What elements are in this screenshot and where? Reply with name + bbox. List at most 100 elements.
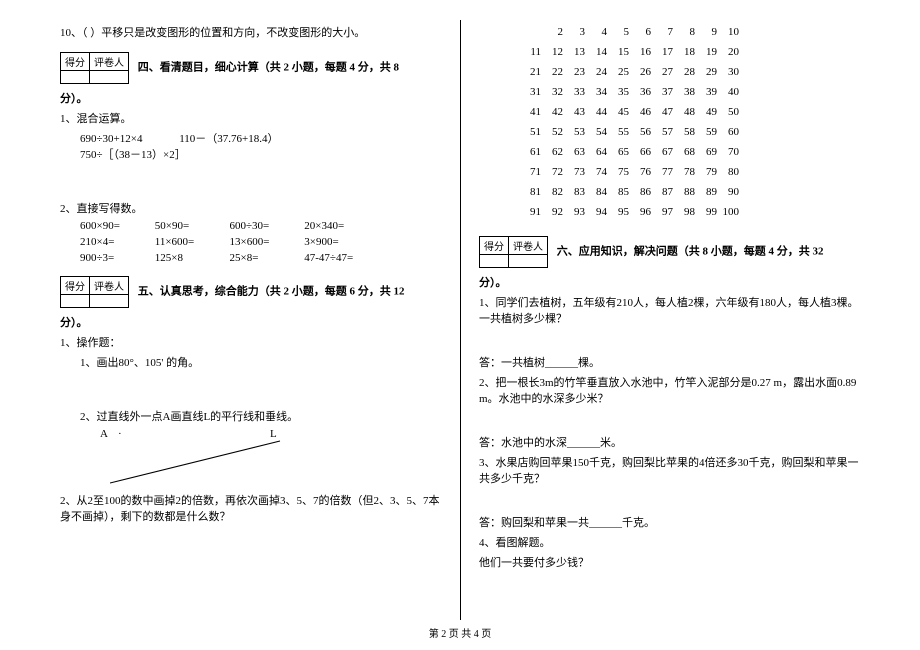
left-column: 10、（ ）平移只是改变图形的位置和方向，不改变图形的大小。 得分评卷人 四、看… — [60, 20, 460, 620]
number-cell: 90 — [717, 186, 739, 198]
number-cell: 57 — [651, 126, 673, 138]
q5-1-1: 1、画出80°、105' 的角。 — [60, 354, 442, 370]
number-cell: 56 — [629, 126, 651, 138]
number-cell: 86 — [629, 186, 651, 198]
score-cell[interactable] — [61, 295, 90, 308]
number-cell: 52 — [541, 126, 563, 138]
number-cell: 33 — [563, 86, 585, 98]
number-cell: 5 — [607, 26, 629, 38]
number-row: 41424344454647484950 — [519, 106, 860, 118]
expr: 13×600= — [230, 236, 302, 248]
expr: 600×90= — [80, 220, 152, 232]
expr: 690÷30+12×4 — [80, 133, 142, 145]
expr: 600÷30= — [230, 220, 302, 232]
number-cell: 85 — [607, 186, 629, 198]
number-cell: 76 — [629, 166, 651, 178]
expr: 25×8= — [230, 252, 302, 264]
reviewer-cell[interactable] — [90, 295, 129, 308]
number-cell: 29 — [695, 66, 717, 78]
reviewer-cell[interactable] — [509, 255, 548, 268]
number-cell: 15 — [607, 46, 629, 58]
number-cell: 73 — [563, 166, 585, 178]
expr: 900÷3= — [80, 252, 152, 264]
number-cell: 3 — [563, 26, 585, 38]
section-6-title: 六、应用知识，解决问题（共 8 小题，每题 4 分，共 32 — [557, 246, 824, 258]
number-cell: 71 — [519, 166, 541, 178]
score-cell[interactable] — [61, 71, 90, 84]
number-cell: 84 — [585, 186, 607, 198]
scorebox-6: 得分评卷人 — [479, 236, 548, 268]
reviewer-cell[interactable] — [90, 71, 129, 84]
number-cell: 83 — [563, 186, 585, 198]
number-row: 2345678910 — [519, 26, 860, 38]
number-cell: 48 — [673, 106, 695, 118]
number-cell: 37 — [651, 86, 673, 98]
number-cell: 77 — [651, 166, 673, 178]
q4-2-label: 2、直接写得数。 — [60, 200, 442, 216]
q5-1-2: 2、过直线外一点A画直线L的平行线和垂线。 — [60, 408, 442, 424]
right-column: 2345678910111213141516171819202122232425… — [460, 20, 860, 620]
number-cell: 50 — [717, 106, 739, 118]
number-row: 81828384858687888990 — [519, 186, 860, 198]
number-cell: 41 — [519, 106, 541, 118]
number-cell: 31 — [519, 86, 541, 98]
q5-2: 2、从2至100的数中画掉2的倍数，再依次画掉3、5、7的倍数（但2、3、5、7… — [60, 492, 442, 524]
section-5-title: 五、认真思考，综合能力（共 2 小题，每题 6 分，共 12 — [138, 286, 405, 298]
expr: 50×90= — [155, 220, 227, 232]
number-cell: 70 — [717, 146, 739, 158]
a6-1: 答：一共植树______棵。 — [479, 354, 860, 370]
number-cell: 47 — [651, 106, 673, 118]
number-cell: 34 — [585, 86, 607, 98]
expr: 3×900= — [304, 236, 376, 248]
number-cell: 2 — [541, 26, 563, 38]
q6-1: 1、同学们去植树，五年级有210人，每人植2棵，六年级有180人，每人植3棵。一… — [479, 294, 860, 326]
number-cell: 49 — [695, 106, 717, 118]
number-cell: 78 — [673, 166, 695, 178]
q6-4a: 4、看图解题。 — [479, 534, 860, 550]
number-cell: 55 — [607, 126, 629, 138]
number-cell: 58 — [673, 126, 695, 138]
number-cell: 32 — [541, 86, 563, 98]
number-cell: 97 — [651, 206, 673, 218]
q4-2-r3: 900÷3= 125×8 25×8= 47-47÷47= — [60, 252, 442, 264]
number-cell: 62 — [541, 146, 563, 158]
number-cell: 94 — [585, 206, 607, 218]
number-cell: 40 — [717, 86, 739, 98]
number-cell: 63 — [563, 146, 585, 158]
q10: 10、（ ）平移只是改变图形的位置和方向，不改变图形的大小。 — [60, 24, 442, 40]
number-cell: 87 — [651, 186, 673, 198]
number-cell: 91 — [519, 206, 541, 218]
number-grid: 2345678910111213141516171819202122232425… — [519, 26, 860, 218]
reviewer-label: 评卷人 — [90, 277, 129, 295]
number-cell: 27 — [651, 66, 673, 78]
number-cell: 26 — [629, 66, 651, 78]
number-cell: 92 — [541, 206, 563, 218]
q4-2-r2: 210×4= 11×600= 13×600= 3×900= — [60, 236, 442, 248]
number-cell: 14 — [585, 46, 607, 58]
expr: 20×340= — [304, 220, 376, 232]
fen-5: 分）。 — [60, 317, 88, 329]
number-cell: 36 — [629, 86, 651, 98]
number-cell: 38 — [673, 86, 695, 98]
section-5-header: 得分评卷人 五、认真思考，综合能力（共 2 小题，每题 6 分，共 12 — [60, 276, 442, 308]
number-cell: 24 — [585, 66, 607, 78]
number-cell: 66 — [629, 146, 651, 158]
number-row: 31323334353637383940 — [519, 86, 860, 98]
expr: 210×4= — [80, 236, 152, 248]
score-label: 得分 — [61, 53, 90, 71]
number-cell: 64 — [585, 146, 607, 158]
number-cell: 19 — [695, 46, 717, 58]
number-cell: 81 — [519, 186, 541, 198]
number-cell: 51 — [519, 126, 541, 138]
number-cell: 65 — [607, 146, 629, 158]
score-cell[interactable] — [480, 255, 509, 268]
number-cell: 21 — [519, 66, 541, 78]
number-cell: 17 — [651, 46, 673, 58]
line-l-icon — [110, 433, 310, 488]
expr: 11×600= — [155, 236, 227, 248]
number-cell: 11 — [519, 46, 541, 58]
number-cell: 60 — [717, 126, 739, 138]
q6-3: 3、水果店购回苹果150千克，购回梨比苹果的4倍还多30千克，购回梨和苹果一共多… — [479, 454, 860, 486]
number-cell: 13 — [563, 46, 585, 58]
section-4-title: 四、看清题目，细心计算（共 2 小题，每题 4 分，共 8 — [138, 62, 399, 74]
